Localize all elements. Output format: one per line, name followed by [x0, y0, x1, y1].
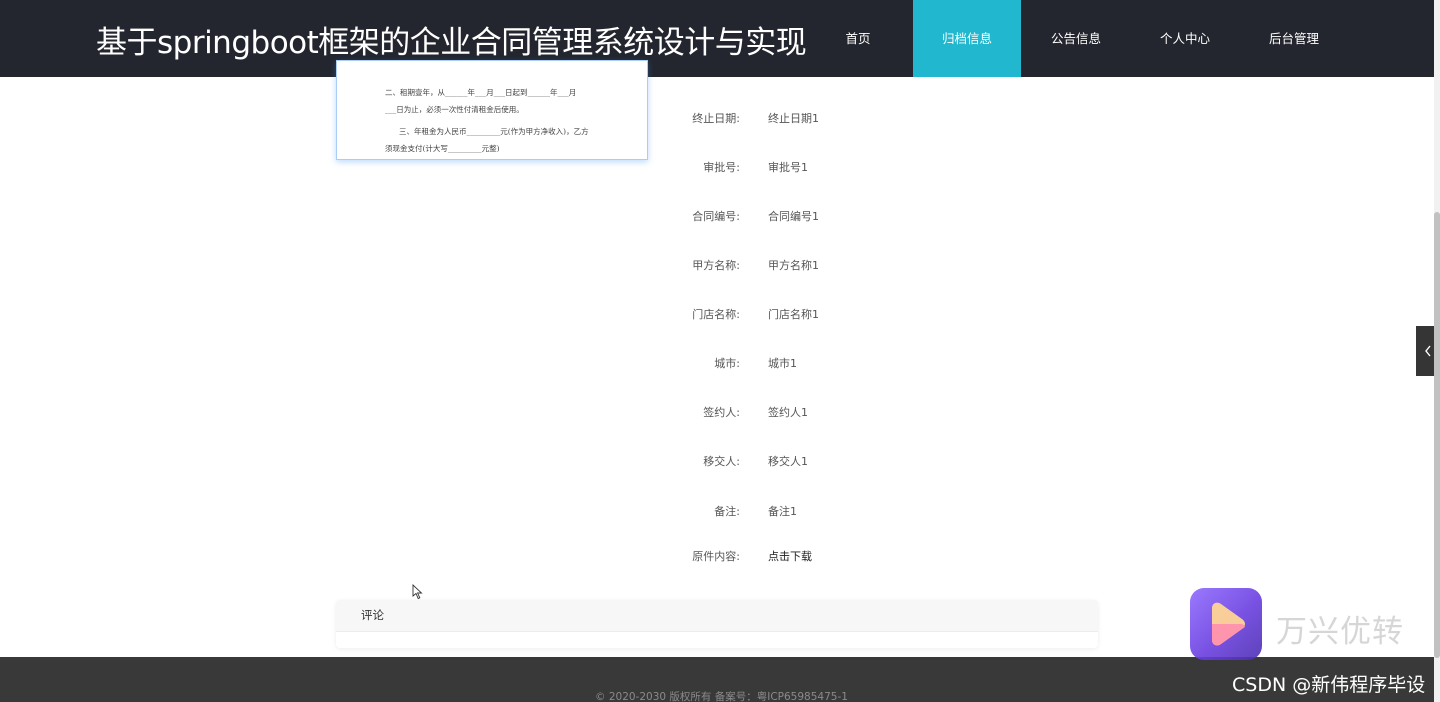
detail-label: 原件内容: [692, 550, 740, 563]
detail-label: 签约人: [703, 406, 740, 419]
detail-value: 终止日期1 [768, 112, 819, 125]
nav-item-announcements[interactable]: 公告信息 [1022, 0, 1130, 77]
doc-line: 二、租期壹年，从______年___月___日起到______年___月 [385, 88, 577, 97]
detail-value: 签约人1 [768, 406, 808, 419]
detail-value: 门店名称1 [768, 308, 819, 321]
nav-item-personal-center[interactable]: 个人中心 [1131, 0, 1239, 77]
download-link[interactable]: 点击下载 [768, 548, 812, 564]
detail-row-store-name: 门店名称: 门店名称1 [640, 306, 1100, 326]
detail-value: 备注1 [768, 505, 797, 518]
detail-label: 移交人: [703, 455, 740, 468]
detail-label: 审批号: [703, 161, 740, 174]
detail-row-original-content: 原件内容: 点击下载 [640, 548, 1100, 568]
detail-row-remarks: 备注: 备注1 [640, 503, 1100, 523]
comment-section: 评论 [336, 600, 1098, 648]
watermark-brand-text: 万兴优转 [1276, 614, 1404, 650]
nav-item-home[interactable]: 首页 [804, 0, 912, 77]
top-header: 基于springboot框架的企业合同管理系统设计与实现 首页 归档信息 公告信… [0, 0, 1434, 77]
scrollbar-thumb[interactable] [1434, 212, 1440, 658]
nav-item-archive[interactable]: 归档信息 [913, 0, 1021, 77]
detail-label: 城市: [714, 357, 740, 370]
detail-label: 备注: [714, 505, 740, 518]
detail-row-signer: 签约人: 签约人1 [640, 404, 1100, 424]
detail-row-party-a: 甲方名称: 甲方名称1 [640, 257, 1100, 277]
page-footer: © 2020-2030 版权所有 备案号：粤ICP65985475-1 [0, 657, 1434, 702]
detail-value: 城市1 [768, 357, 797, 370]
detail-value: 移交人1 [768, 455, 808, 468]
doc-line: 须现金支付(计大写_________元整) [385, 144, 500, 153]
detail-value: 合同编号1 [768, 210, 819, 223]
detail-row-transferor: 移交人: 移交人1 [640, 453, 1100, 473]
mouse-cursor-icon [412, 584, 423, 600]
nav-item-admin[interactable]: 后台管理 [1240, 0, 1348, 77]
watermark-logo-icon [1190, 588, 1262, 660]
detail-label: 合同编号: [692, 210, 740, 223]
detail-value: 甲方名称1 [768, 259, 819, 272]
contract-image-preview[interactable]: 二、租期壹年，从______年___月___日起到______年___月 ___… [336, 60, 648, 160]
detail-row-approval-number: 审批号: 审批号1 [640, 159, 1100, 179]
main-nav: 首页 归档信息 公告信息 个人中心 后台管理 [804, 0, 1348, 77]
doc-line: ___日为止，必须一次性付清租金后使用。 [385, 105, 524, 114]
detail-row-city: 城市: 城市1 [640, 355, 1100, 375]
watermark-csdn-text: CSDN @新伟程序毕设 [1232, 674, 1426, 696]
detail-label: 终止日期: [692, 112, 740, 125]
page-scrollbar[interactable] [1434, 0, 1440, 702]
page: 基于springboot框架的企业合同管理系统设计与实现 首页 归档信息 公告信… [0, 0, 1440, 702]
doc-line: 三、年租金为人民币_________元(作为甲方净收入)，乙方 [399, 127, 589, 136]
chevron-left-icon [1425, 345, 1431, 357]
detail-label: 门店名称: [692, 308, 740, 321]
detail-label: 甲方名称: [692, 259, 740, 272]
detail-row-contract-number: 合同编号: 合同编号1 [640, 208, 1100, 228]
detail-row-end-date: 终止日期: 终止日期1 [640, 110, 1100, 130]
footer-copyright: © 2020-2030 版权所有 备案号：粤ICP65985475-1 [595, 691, 848, 702]
detail-value: 审批号1 [768, 161, 808, 174]
site-title: 基于springboot框架的企业合同管理系统设计与实现 [96, 25, 807, 61]
comment-title: 评论 [336, 600, 1098, 632]
